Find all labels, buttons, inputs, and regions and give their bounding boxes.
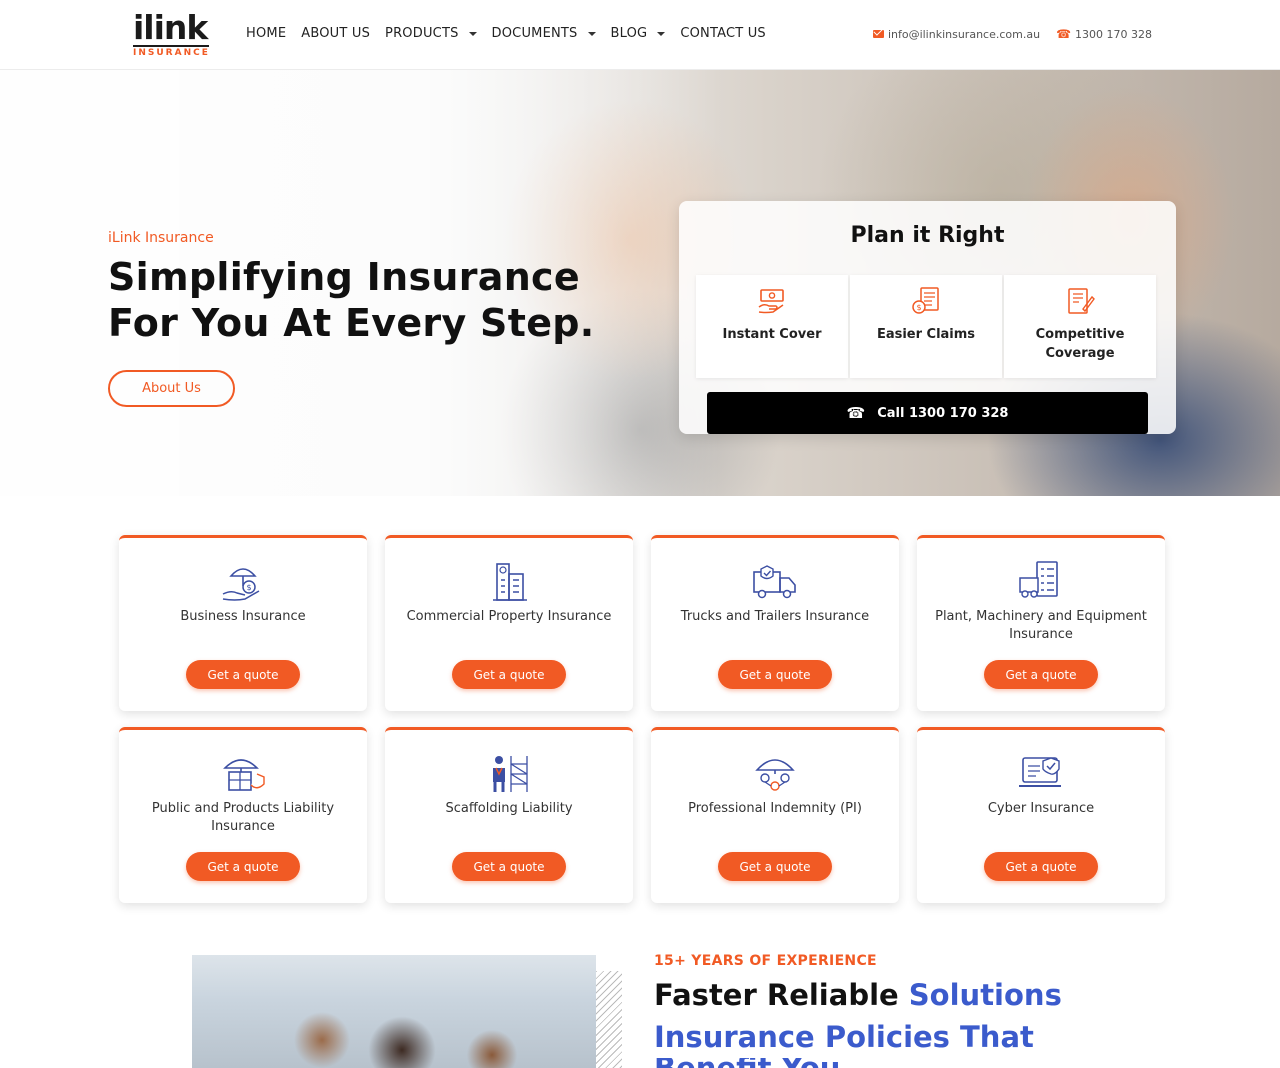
get-quote-button[interactable]: Get a quote xyxy=(452,660,566,689)
service-label: Plant, Machinery and Equipment Insurance xyxy=(935,609,1147,642)
service-card-trucks: Trucks and Trailers Insurance Get a quot… xyxy=(651,535,899,711)
plan-feature-label: Instant Cover xyxy=(722,327,822,342)
nav-blog[interactable]: BLOG xyxy=(611,26,666,41)
get-quote-button[interactable]: Get a quote xyxy=(186,852,300,881)
nav-home-label: HOME xyxy=(246,26,287,41)
chevron-down-icon xyxy=(587,31,596,36)
header-phone-link[interactable]: ☎ 1300 170 328 xyxy=(1056,27,1152,41)
service-label: Cyber Insurance xyxy=(987,801,1095,816)
chevron-down-icon xyxy=(468,31,477,36)
machinery-checklist-icon xyxy=(1019,561,1058,598)
get-quote-button[interactable]: Get a quote xyxy=(718,852,832,881)
hero-banner: iLink Insurance Simplifying Insurance Fo… xyxy=(0,70,1280,496)
nav-products[interactable]: PRODUCTS xyxy=(385,26,477,41)
experience-title-plain: Faster Reliable xyxy=(654,978,909,1012)
nav-documents-label: DOCUMENTS xyxy=(491,26,578,41)
service-card-public-liability: Public and Products Liability Insurance … xyxy=(119,727,367,903)
plan-title: Plan it Right xyxy=(850,223,1005,248)
plan-feature-instant-cover: Instant Cover xyxy=(696,275,848,378)
brand-name: ilink xyxy=(133,8,208,47)
contract-pen-icon xyxy=(1068,288,1095,314)
site-header: ilink INSURANCE HOME ABOUT US PRODUCTS D… xyxy=(0,0,1280,70)
service-label: Trucks and Trailers Insurance xyxy=(680,609,870,624)
decorative-stripes xyxy=(596,971,622,1068)
main-nav: HOME ABOUT US PRODUCTS DOCUMENTS BLOG CO… xyxy=(246,26,781,41)
service-label: Public and Products Liability Insurance xyxy=(151,801,335,834)
plan-feature-label: Easier Claims xyxy=(876,327,976,342)
plan-feature-easier-claims: $ Easier Claims xyxy=(850,275,1002,378)
mail-icon xyxy=(872,30,884,38)
services-grid: $ Business Insurance Get a quote Commerc… xyxy=(119,535,1165,903)
service-card-professional-indemnity: Professional Indemnity (PI) Get a quote xyxy=(651,727,899,903)
plan-feature-competitive-coverage: Competitive Coverage xyxy=(1004,275,1156,378)
call-button-label: Call 1300 170 328 xyxy=(877,405,1009,421)
get-quote-button[interactable]: Get a quote xyxy=(452,852,566,881)
building-icon xyxy=(493,563,527,601)
header-contact: info@ilinkinsurance.com.au ☎ 1300 170 32… xyxy=(872,27,1152,41)
plan-feature-label: Competitive Coverage xyxy=(1035,327,1125,361)
nav-products-label: PRODUCTS xyxy=(385,26,459,41)
service-card-cyber: Cyber Insurance Get a quote xyxy=(917,727,1165,903)
chevron-down-icon xyxy=(657,31,666,36)
get-quote-button[interactable]: Get a quote xyxy=(718,660,832,689)
experience-title-line2: Insurance Policies That xyxy=(654,1020,1034,1054)
nav-documents[interactable]: DOCUMENTS xyxy=(492,26,596,41)
hero-title: Simplifying Insurance For You At Every S… xyxy=(108,254,668,346)
service-label: Business Insurance xyxy=(180,609,306,624)
phone-icon: ☎ xyxy=(1056,27,1072,41)
service-label: Professional Indemnity (PI) xyxy=(688,801,862,816)
header-phone: 1300 170 328 xyxy=(1075,27,1152,41)
call-button[interactable]: ☎ Call 1300 170 328 xyxy=(707,392,1148,434)
get-quote-button[interactable]: Get a quote xyxy=(984,852,1098,881)
plan-features: Instant Cover $ Easier Claims Competitiv… xyxy=(696,275,1156,378)
get-quote-button[interactable]: Get a quote xyxy=(186,660,300,689)
service-label: Scaffolding Liability xyxy=(445,801,573,816)
hero-kicker: iLink Insurance xyxy=(108,230,214,246)
service-card-business: $ Business Insurance Get a quote xyxy=(119,535,367,711)
umbrella-box-icon xyxy=(223,759,265,791)
experience-kicker: 15+ YEARS OF EXPERIENCE xyxy=(654,953,877,969)
brand-logo[interactable]: ilink INSURANCE xyxy=(133,8,213,58)
svg-text:$: $ xyxy=(916,303,921,312)
service-card-commercial-property: Commercial Property Insurance Get a quot… xyxy=(385,535,633,711)
nav-contact-label: CONTACT US xyxy=(680,26,766,41)
plan-card: Plan it Right Instant Cover $ Easier Cla… xyxy=(679,201,1176,434)
nav-about-label: ABOUT US xyxy=(301,26,371,41)
nav-about-us[interactable]: ABOUT US xyxy=(301,26,370,41)
service-card-plant-machinery: Plant, Machinery and Equipment Insurance… xyxy=(917,535,1165,711)
get-quote-button[interactable]: Get a quote xyxy=(984,660,1098,689)
claims-document-icon: $ xyxy=(912,287,939,314)
phone-icon: ☎ xyxy=(846,404,866,422)
umbrella-hand-icon: $ xyxy=(222,568,260,601)
experience-title-line3: Benefit You xyxy=(654,1058,840,1068)
experience-title-line1: Faster Reliable Solutions xyxy=(654,978,1062,1012)
cash-hand-icon xyxy=(758,289,784,314)
hero-title-line1: Simplifying Insurance xyxy=(108,255,580,299)
nav-blog-label: BLOG xyxy=(610,26,648,41)
experience-title-highlight: Solutions xyxy=(908,978,1062,1012)
hero-title-line2: For You At Every Step. xyxy=(108,301,595,345)
header-email: info@ilinkinsurance.com.au xyxy=(887,27,1041,41)
laptop-shield-icon xyxy=(1019,757,1061,787)
service-label: Commercial Property Insurance xyxy=(406,609,612,624)
service-card-scaffolding: Scaffolding Liability Get a quote xyxy=(385,727,633,903)
header-email-link[interactable]: info@ilinkinsurance.com.au xyxy=(872,27,1041,41)
svg-text:$: $ xyxy=(246,583,251,592)
nav-home[interactable]: HOME xyxy=(246,26,286,41)
about-us-button[interactable]: About Us xyxy=(108,370,235,407)
umbrella-people-icon xyxy=(755,759,795,791)
team-photo xyxy=(192,955,596,1068)
scaffold-worker-icon xyxy=(493,756,528,792)
truck-icon xyxy=(753,565,796,599)
nav-contact-us[interactable]: CONTACT US xyxy=(680,26,766,41)
